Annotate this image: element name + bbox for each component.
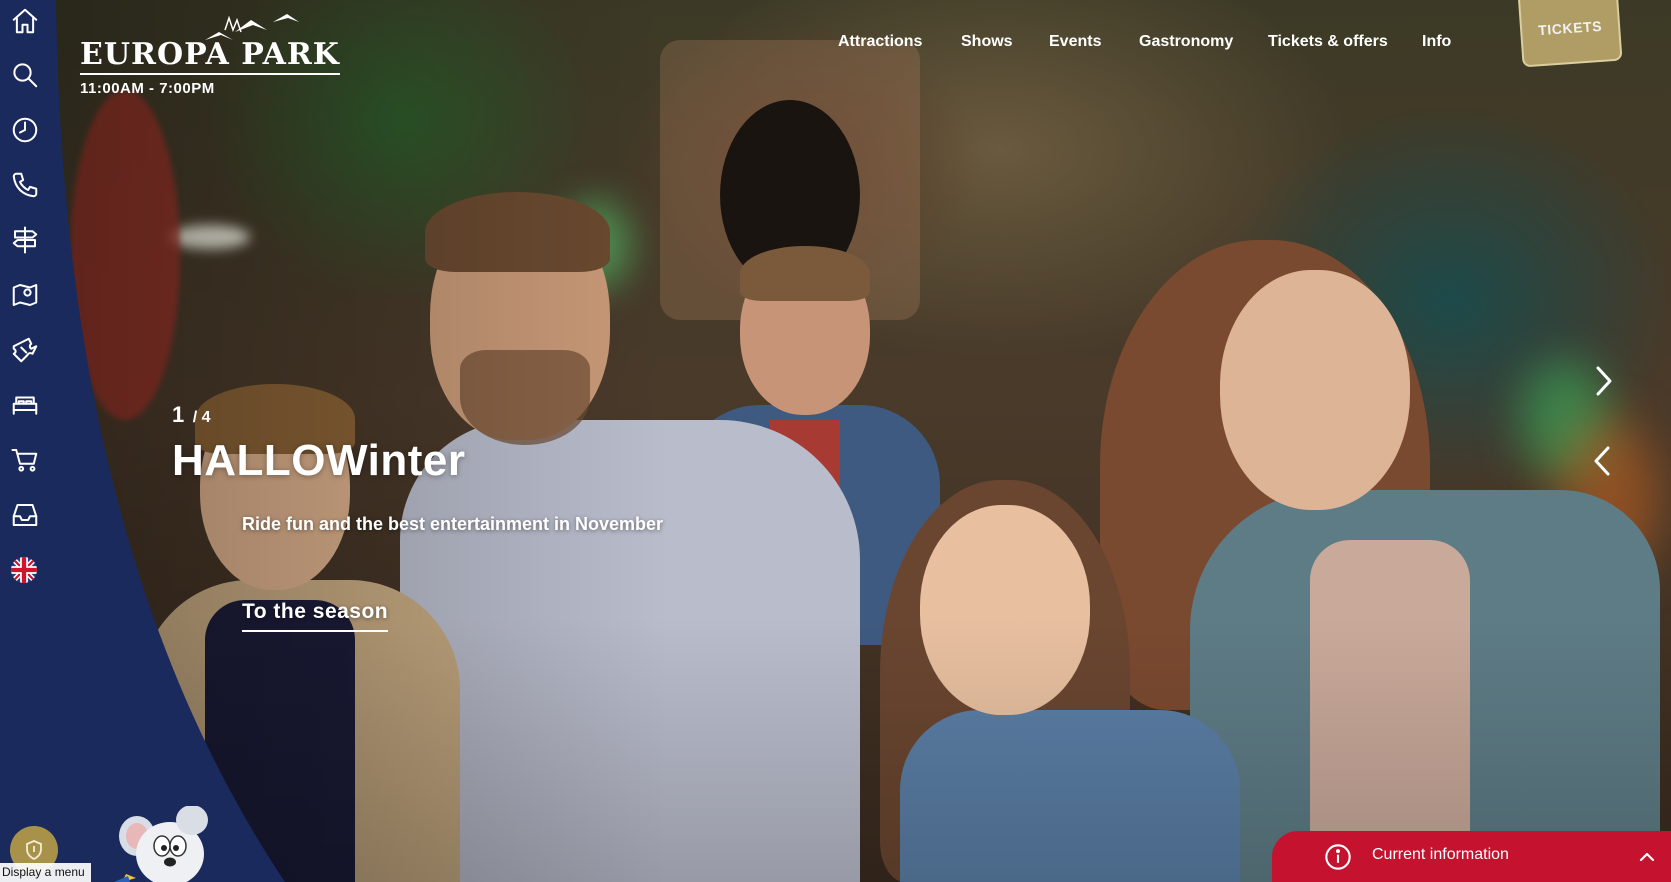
tickets-button[interactable]: TICKETS [1517, 0, 1623, 68]
map-icon[interactable] [8, 278, 42, 312]
nav-item-shows[interactable]: Shows [961, 33, 1013, 51]
clock-icon[interactable] [8, 113, 42, 147]
slide-counter: 1 / 4 [172, 402, 211, 428]
ticket-icon[interactable] [8, 333, 42, 367]
birds-logo-icon [205, 14, 299, 40]
chevron-right-icon [1596, 366, 1612, 396]
hero-subtitle: Ride fun and the best entertainment in N… [242, 514, 664, 534]
nav-item-gastronomy[interactable]: Gastronomy [1139, 33, 1233, 51]
bed-icon[interactable] [8, 388, 42, 422]
opening-hours: 11:00AM - 7:00PM [80, 80, 215, 97]
shield-icon [26, 840, 42, 861]
home-icon[interactable] [8, 4, 42, 38]
tickets-label: TICKETS [1537, 17, 1603, 39]
europa-park-logo[interactable]: EUROPA PARK 11:00AM - 7:00PM [80, 14, 340, 97]
chevron-up-icon [1637, 847, 1657, 867]
inbox-icon[interactable] [8, 498, 42, 532]
nav-item-info[interactable]: Info [1422, 33, 1451, 51]
slide-current: 1 [172, 402, 185, 427]
slide-total: / 4 [192, 409, 211, 426]
phone-icon[interactable] [8, 168, 42, 202]
display-menu-tooltip: Display a menu [0, 863, 91, 882]
next-slide-button[interactable] [1591, 364, 1615, 398]
sidebar [0, 0, 56, 882]
to-the-season-link[interactable]: To the season [242, 600, 389, 632]
nav-item-tickets-offers[interactable]: Tickets & offers [1268, 33, 1388, 51]
info-icon [1324, 843, 1352, 871]
chevron-left-icon [1594, 446, 1610, 476]
prev-slide-button[interactable] [1591, 444, 1615, 478]
search-icon[interactable] [8, 58, 42, 92]
hero-title: HALLOWinter [172, 436, 466, 485]
nav-item-attractions[interactable]: Attractions [838, 33, 922, 51]
signpost-icon[interactable] [8, 223, 42, 257]
cart-icon[interactable] [8, 443, 42, 477]
mascot-mouse-icon [114, 806, 208, 882]
current-information-label: Current information [1372, 846, 1509, 863]
current-information-bar[interactable]: Current information [1272, 831, 1671, 882]
uk-flag-icon[interactable] [11, 557, 37, 583]
nav-item-events[interactable]: Events [1049, 33, 1101, 51]
